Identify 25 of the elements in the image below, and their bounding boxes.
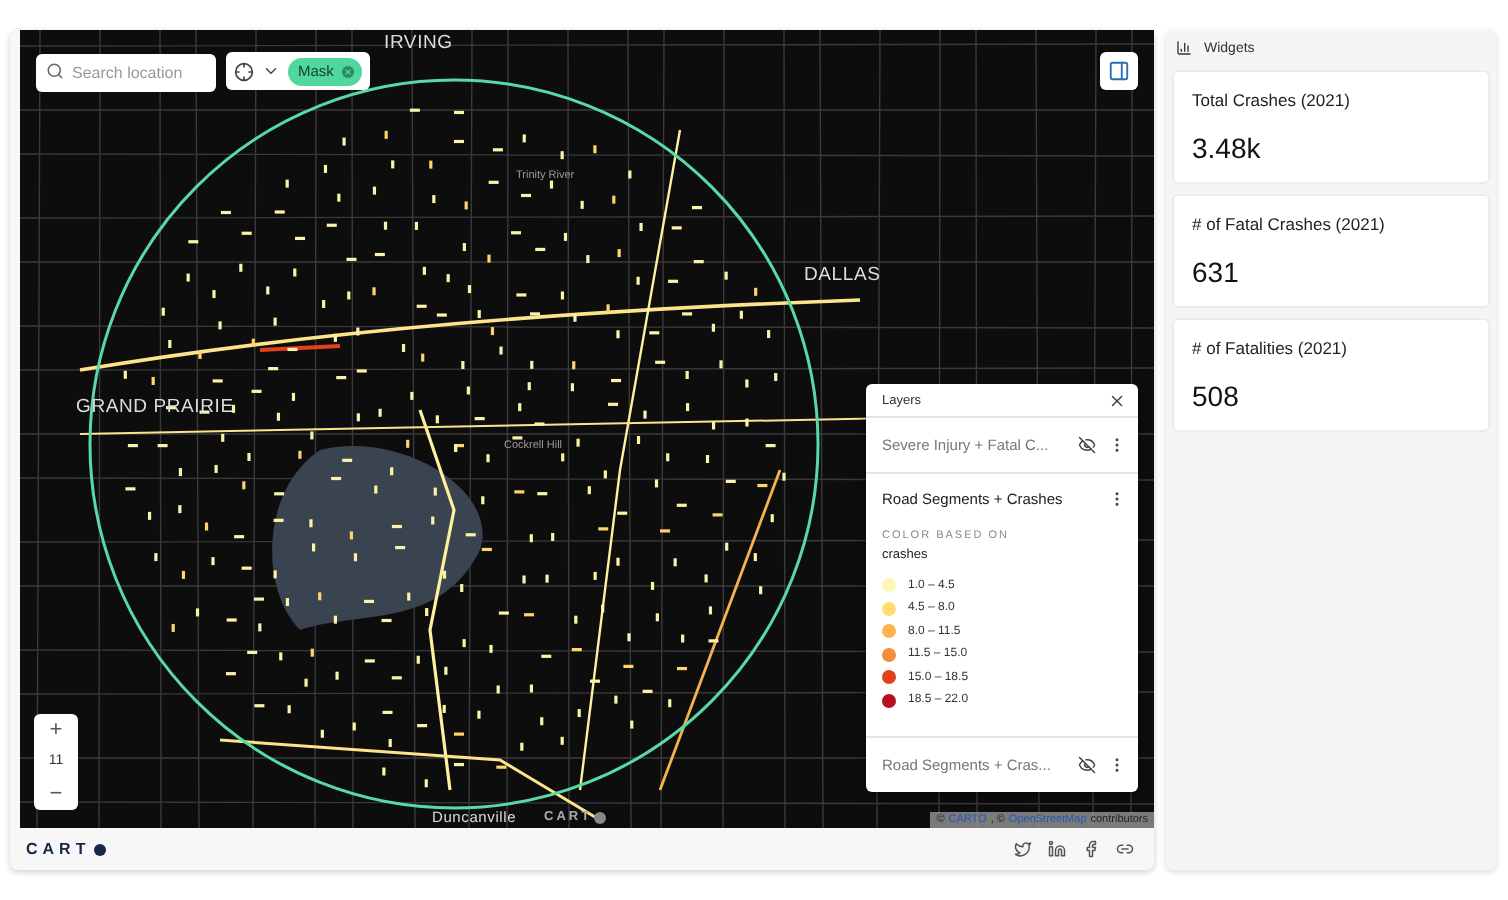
zoom-out-button[interactable]: − [34, 778, 78, 810]
crosshair-button[interactable] [234, 61, 254, 81]
panel-toggle-button[interactable] [1100, 52, 1138, 90]
stat-value: 3.48k [1192, 132, 1263, 164]
stat-value: 508 [1192, 380, 1241, 412]
linkedin-icon[interactable] [1048, 840, 1066, 858]
search-field[interactable]: Search location [36, 54, 216, 92]
facebook-icon[interactable] [1082, 840, 1100, 858]
link-icon[interactable] [1116, 840, 1134, 858]
chevron-down-button[interactable] [262, 62, 280, 80]
eye-off-icon[interactable] [1078, 436, 1096, 454]
stat-label: # of Fatal Crashes (2021) [1192, 214, 1387, 234]
search-icon [46, 62, 64, 80]
map-place-label: IRVING [384, 32, 453, 54]
side-panel-icon[interactable] [1108, 60, 1130, 82]
zoom-in-button[interactable]: + [34, 714, 78, 746]
stat-label: # of Fatalities (2021) [1192, 338, 1349, 358]
stat-label: Total Crashes (2021) [1192, 90, 1352, 110]
stat-value: 631 [1192, 256, 1241, 288]
carto-logo: CART [26, 840, 107, 858]
close-icon[interactable] [1108, 391, 1126, 409]
chart-icon [1176, 40, 1192, 56]
twitter-icon[interactable] [1014, 840, 1032, 858]
eye-off-icon[interactable] [1078, 756, 1096, 774]
map-place-label: DALLAS [804, 264, 881, 286]
